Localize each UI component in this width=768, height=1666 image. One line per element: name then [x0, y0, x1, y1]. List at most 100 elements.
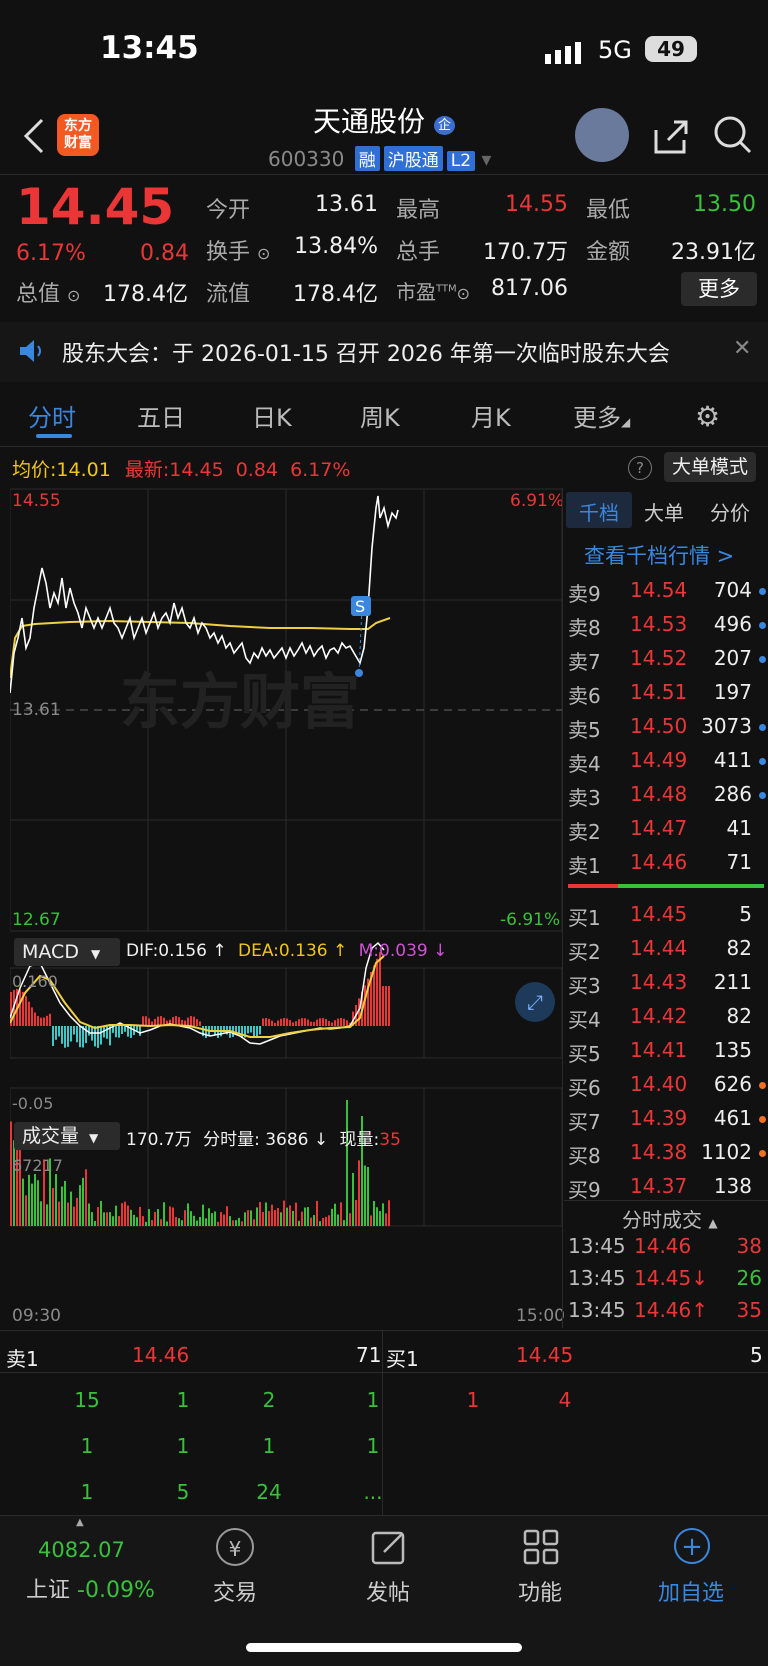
expand-icon[interactable]: ⤢	[515, 982, 555, 1022]
buy-level-row[interactable]: 买1 14.45 5	[568, 902, 766, 936]
level-volume: 3073	[701, 714, 752, 738]
big-order-mode-button[interactable]: 大单模式	[664, 452, 756, 482]
robot-avatar[interactable]	[575, 108, 629, 162]
sell-level-row[interactable]: 卖7 14.52 207	[568, 646, 766, 680]
macd-histogram-bar	[310, 1021, 312, 1026]
sell-level-row[interactable]: 卖6 14.51 197	[568, 680, 766, 714]
post-icon[interactable]	[370, 1528, 408, 1570]
search-icon[interactable]	[712, 114, 754, 160]
volume-bar	[388, 1200, 390, 1226]
add-watchlist-icon[interactable]: +	[674, 1528, 710, 1564]
big-order-dot	[759, 1116, 766, 1123]
macd-histogram-bar	[346, 1020, 348, 1026]
macd-selector[interactable]: MACD ▼	[14, 938, 120, 966]
volume-bar	[187, 1203, 189, 1226]
sell-level-row[interactable]: 卖1 14.46 71	[568, 850, 766, 884]
volume-bar	[70, 1191, 72, 1226]
tab-big-order[interactable]: 大单	[644, 497, 684, 526]
level-price: 14.53	[630, 612, 688, 636]
level-price: 14.50	[630, 714, 688, 738]
volume-selector[interactable]: 成交量 ▼	[14, 1122, 120, 1150]
index-info[interactable]: 上证 -0.09%	[26, 1572, 155, 1604]
volume-bar	[310, 1217, 312, 1226]
tab-minute[interactable]: 分时	[28, 398, 76, 433]
sell-level-row[interactable]: 卖3 14.48 286	[568, 782, 766, 816]
volume-bar	[82, 1177, 84, 1226]
tab-depth[interactable]: 千档	[579, 497, 619, 526]
intraday-chart[interactable]: 东方财富 S	[10, 488, 562, 1330]
functions-icon[interactable]	[522, 1528, 560, 1570]
sell-level-row[interactable]: 卖8 14.53 496	[568, 612, 766, 646]
index-value[interactable]: 4082.07	[38, 1538, 125, 1562]
volume-bar	[85, 1169, 87, 1226]
tab-more[interactable]: 更多◢	[573, 398, 630, 433]
macd-histogram-bar	[280, 1018, 282, 1026]
macd-histogram-bar	[97, 1026, 99, 1048]
volume-bar	[34, 1174, 36, 1226]
buy-level-row[interactable]: 买5 14.41 135	[568, 1038, 766, 1072]
buy-level-row[interactable]: 买2 14.44 82	[568, 936, 766, 970]
volume-bar	[271, 1204, 273, 1226]
volume-bar	[58, 1201, 60, 1226]
macd-histogram-bar	[265, 1018, 267, 1026]
sell-level-row[interactable]: 卖5 14.50 3073	[568, 714, 766, 748]
volume-bar	[121, 1203, 123, 1226]
help-icon[interactable]: ?	[628, 456, 652, 480]
volume-bar	[223, 1214, 225, 1226]
tab-price-distribution[interactable]: 分价	[710, 497, 750, 526]
volume-bar	[181, 1220, 183, 1226]
volume-bar	[214, 1211, 216, 1226]
trade-price: 14.46↑	[634, 1298, 709, 1322]
volume-bar	[364, 1165, 366, 1226]
close-icon[interactable]: ✕	[733, 336, 751, 361]
volume-bar	[145, 1221, 147, 1226]
nav-trade[interactable]: 交易	[185, 1575, 285, 1607]
macd-histogram-bar	[136, 1026, 138, 1031]
trade-volume: 35	[736, 1298, 762, 1322]
pct-top-label: 6.91%	[510, 491, 565, 511]
sell-level-row[interactable]: 卖4 14.49 411	[568, 748, 766, 782]
buy-level-row[interactable]: 买9 14.37 138	[568, 1174, 766, 1208]
buy-level-row[interactable]: 买4 14.42 82	[568, 1004, 766, 1038]
tab-weekly[interactable]: 周K	[360, 398, 400, 433]
volume-bar	[112, 1216, 114, 1226]
level-label: 买1	[568, 906, 601, 930]
buy-level-row[interactable]: 买3 14.43 211	[568, 970, 766, 1004]
tab-daily[interactable]: 日K	[252, 398, 292, 433]
trade-icon[interactable]: ¥	[216, 1528, 254, 1566]
level-price: 14.40	[630, 1072, 688, 1096]
tab-five-day[interactable]: 五日	[137, 398, 185, 433]
buy-level-row[interactable]: 买7 14.39 461	[568, 1106, 766, 1140]
level-label: 买8	[568, 1144, 601, 1168]
buy-level-row[interactable]: 买8 14.38 1102	[568, 1140, 766, 1174]
volume-bar	[232, 1220, 234, 1226]
nav-functions[interactable]: 功能	[490, 1575, 590, 1607]
volume-bar	[238, 1217, 240, 1226]
volume-bar	[358, 1160, 360, 1226]
share-icon[interactable]	[650, 116, 690, 160]
sell-level-row[interactable]: 卖9 14.54 704	[568, 578, 766, 612]
settings-icon[interactable]: ⚙	[695, 400, 720, 433]
volume-bar	[133, 1214, 135, 1226]
queue-sell-price: 14.46	[132, 1343, 190, 1367]
volume-bar	[217, 1221, 219, 1226]
trades-title[interactable]: 分时成交 ▲	[622, 1204, 718, 1233]
volume-bar	[61, 1186, 63, 1226]
macd-histogram-bar	[67, 1026, 69, 1047]
notice-bar[interactable]: 股东大会：于 2026-01-15 召开 2026 年第一次临时股东大会 ✕	[0, 322, 768, 382]
macd-histogram-bar	[292, 1022, 294, 1026]
sell-level-row[interactable]: 卖2 14.47 41	[568, 816, 766, 850]
buy-level-row[interactable]: 买6 14.40 626	[568, 1072, 766, 1106]
macd-histogram-bar	[334, 1020, 336, 1026]
view-depth-link[interactable]: 查看千档行情 >	[584, 540, 734, 570]
home-indicator	[246, 1643, 522, 1652]
level-volume: 41	[726, 816, 752, 840]
level-volume: 135	[713, 1038, 752, 1062]
more-button[interactable]: 更多	[681, 272, 757, 306]
tab-monthly[interactable]: 月K	[471, 398, 511, 433]
nav-add-watchlist[interactable]: 加自选	[641, 1575, 741, 1607]
nav-post[interactable]: 发帖	[338, 1575, 438, 1607]
volume-bar	[256, 1207, 258, 1226]
big-order-dot	[759, 724, 766, 731]
volume-bar	[259, 1202, 261, 1226]
